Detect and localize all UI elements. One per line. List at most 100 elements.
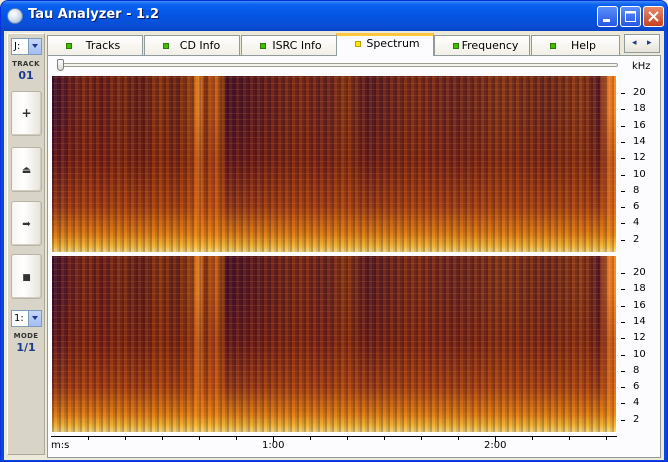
spectrogram-harmonics	[52, 256, 616, 432]
y-tick	[621, 387, 625, 389]
tab-help[interactable]: Help	[531, 35, 620, 55]
y-tick-label: 6	[633, 381, 640, 393]
y-tick	[621, 273, 625, 274]
y-tick-label: 8	[633, 184, 640, 196]
tab-label: Spectrum	[366, 37, 420, 50]
y-tick	[621, 207, 625, 209]
spectrogram-harmonics	[52, 76, 616, 252]
y-tick-label: 2	[633, 233, 640, 245]
x-tick	[88, 436, 89, 440]
x-tick	[421, 436, 422, 440]
y-tick	[621, 338, 625, 340]
title-bar[interactable]: Tau Analyzer - 1.2	[1, 1, 667, 31]
spectrogram-channel-2[interactable]	[51, 255, 617, 433]
tab-label: Help	[570, 39, 597, 52]
y-tick	[621, 158, 625, 160]
x-axis-unit: m:s	[51, 440, 70, 451]
close-button[interactable]	[643, 6, 664, 27]
y-tick-label: 10	[633, 168, 646, 180]
y-tick	[621, 239, 625, 241]
y-tick	[621, 109, 625, 111]
chevron-down-icon[interactable]	[28, 39, 41, 54]
stop-button[interactable]: ■	[11, 254, 42, 299]
maximize-button[interactable]	[620, 6, 641, 27]
drive-select[interactable]: J:	[11, 38, 42, 55]
y-axis-unit: kHz	[632, 61, 651, 72]
tab-cd-info[interactable]: CD Info	[144, 35, 240, 55]
y-tick	[621, 223, 625, 225]
y-tick	[621, 321, 625, 323]
tab-tracks[interactable]: Tracks	[47, 35, 143, 55]
y-tick	[621, 289, 625, 291]
app-icon[interactable]	[7, 8, 23, 24]
y-tick	[621, 370, 625, 372]
eject-button[interactable]: ⏏	[11, 147, 42, 192]
y-tick-label: 14	[633, 135, 646, 147]
tab-frequency[interactable]: Frequency	[434, 35, 530, 55]
y-tick-label: 20	[633, 267, 646, 278]
y-tick	[621, 190, 625, 192]
y-tick-label: 20	[633, 87, 646, 98]
tab-strip: Tracks CD Info ISRC Info Spectrum Freque…	[47, 33, 620, 56]
left-toolbar: J: TRACK 01 + ⏏ ➡ ■ 1: MODE 1/1	[7, 33, 45, 455]
tab-isrc-info[interactable]: ISRC Info	[241, 35, 337, 55]
track-caption: TRACK	[12, 60, 40, 68]
y-tick	[621, 354, 625, 356]
x-tick	[384, 436, 385, 440]
y-tick-label: 10	[633, 348, 646, 360]
x-tick	[310, 436, 311, 440]
app-window: Tau Analyzer - 1.2 J: TRACK 01 + ⏏ ➡ ■ 1…	[0, 0, 668, 462]
mode-select-value: 1:	[14, 313, 24, 324]
y-tick-label: 12	[633, 152, 646, 164]
x-tick	[569, 436, 570, 440]
tab-label: ISRC Info	[272, 39, 322, 52]
plus-icon: +	[21, 106, 32, 120]
y-tick-label: 12	[633, 332, 646, 344]
window-title: Tau Analyzer - 1.2	[28, 7, 160, 22]
y-tick-label: 4	[633, 397, 640, 409]
close-icon	[648, 11, 659, 22]
tab-label: CD Info	[179, 39, 221, 52]
x-tick	[199, 436, 200, 440]
spectrogram-channel-1[interactable]	[51, 75, 617, 253]
x-tick	[347, 436, 348, 440]
arrow-right-icon: ➡	[22, 219, 31, 230]
x-tick	[532, 436, 533, 440]
y-axis-channel-1: 20 18 16 14 12 10 8 6 4 2	[621, 75, 661, 253]
x-tick	[236, 436, 237, 440]
x-tick	[162, 436, 163, 440]
position-slider[interactable]	[57, 59, 618, 71]
y-tick	[621, 93, 625, 94]
track-number: 01	[18, 69, 34, 82]
tab-label: Frequency	[461, 39, 519, 52]
y-tick-label: 16	[633, 299, 646, 311]
add-button[interactable]: +	[11, 91, 42, 136]
slider-thumb[interactable]	[57, 59, 64, 71]
eject-icon: ⏏	[21, 165, 32, 176]
y-tick-label: 14	[633, 315, 646, 327]
mode-value: 1/1	[16, 341, 36, 354]
tab-label: Tracks	[85, 39, 121, 52]
y-tick	[621, 141, 625, 143]
y-tick	[621, 305, 625, 307]
y-tick	[621, 419, 625, 421]
x-axis: m:s 1:00 2:00	[51, 436, 617, 454]
minimize-icon	[603, 19, 610, 22]
chevron-down-icon[interactable]	[28, 311, 41, 326]
tab-spectrum[interactable]: Spectrum	[336, 33, 434, 56]
y-tick-label: 18	[633, 283, 646, 295]
scroll-right-icon[interactable]: ▸	[647, 38, 652, 48]
x-tick	[458, 436, 459, 440]
drive-select-value: J:	[14, 41, 21, 52]
y-tick-label: 8	[633, 364, 640, 376]
mode-select[interactable]: 1:	[11, 310, 42, 327]
mode-caption: MODE	[13, 332, 39, 340]
tab-scroll: ◂ ▸	[624, 34, 660, 53]
scroll-left-icon[interactable]: ◂	[632, 38, 637, 48]
y-tick-label: 6	[633, 201, 640, 213]
x-tick	[606, 436, 607, 440]
play-button[interactable]: ➡	[11, 201, 42, 246]
y-tick	[621, 174, 625, 176]
minimize-button[interactable]	[597, 6, 618, 27]
y-tick	[621, 403, 625, 405]
